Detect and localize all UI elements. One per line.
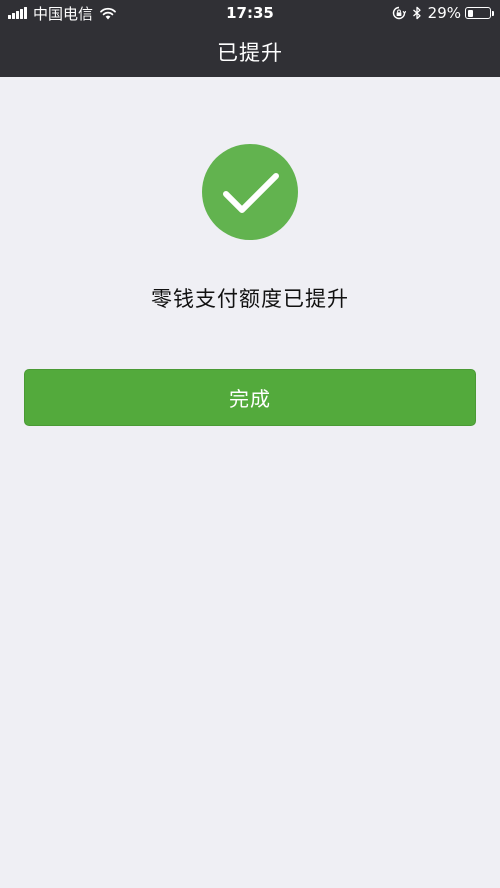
check-icon <box>223 173 279 213</box>
battery-percent: 29% <box>427 4 461 22</box>
battery-level <box>467 9 474 17</box>
done-button-label: 完成 <box>229 387 271 411</box>
screen: 中国电信 17:35 29% 已提升 零钱支付额度已提升 完成 <box>0 0 500 888</box>
bluetooth-icon <box>412 6 421 20</box>
done-button[interactable]: 完成 <box>24 369 476 426</box>
status-bar: 中国电信 17:35 29% <box>0 0 500 26</box>
success-icon <box>202 144 298 240</box>
battery-icon <box>465 7 491 19</box>
page-title: 已提升 <box>217 40 283 65</box>
orientation-lock-icon <box>392 6 406 20</box>
header: 中国电信 17:35 29% 已提升 <box>0 0 500 77</box>
battery-cap <box>492 10 494 16</box>
result-message: 零钱支付额度已提升 <box>151 287 349 311</box>
status-bar-right: 29% <box>392 4 494 22</box>
nav-bar: 已提升 <box>0 26 500 77</box>
